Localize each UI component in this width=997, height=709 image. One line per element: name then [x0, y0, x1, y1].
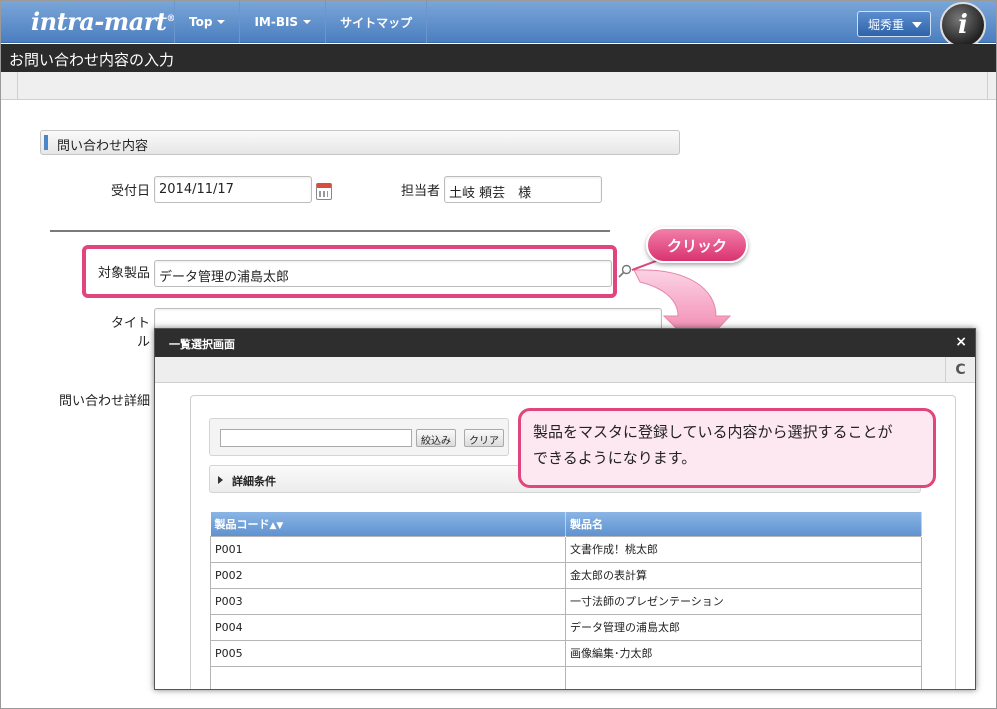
table-row[interactable]: P002 金太郎の表計算 [210, 561, 922, 589]
product-input[interactable]: データ管理の浦島太郎 [154, 260, 612, 287]
table-row-empty [210, 665, 922, 689]
nav-top[interactable]: Top [174, 1, 239, 43]
search-bar: 絞込み クリア [209, 418, 509, 456]
refresh-icon[interactable]: C [945, 357, 975, 383]
table-header-row: 製品コード▲▼ 製品名 [210, 512, 922, 536]
table-row[interactable]: P003 一寸法師のプレゼンテーション [210, 587, 922, 615]
top-navbar: intra-mart® Top IM-BIS サイトマップ 堀秀重 i [1, 1, 996, 48]
user-menu-button[interactable]: 堀秀重 [857, 11, 931, 37]
intra-mart-logo[interactable]: intra-mart® [31, 7, 175, 36]
chevron-down-icon [303, 20, 312, 24]
chevron-down-icon [217, 20, 226, 24]
nav-sitemap[interactable]: サイトマップ [325, 1, 428, 43]
list-selection-dialog: 一覧選択画面 × C 絞込み クリア 詳細条件 製品コード▲▼ 製品名 P001… [154, 328, 976, 690]
dialog-toolbar: C [155, 357, 975, 383]
calendar-icon[interactable] [316, 183, 332, 200]
click-badge: クリック [646, 227, 748, 263]
dialog-titlebar: 一覧選択画面 × [155, 329, 975, 357]
column-header-code[interactable]: 製品コード▲▼ [210, 512, 566, 536]
table-row[interactable]: P005 画像編集･力太郎 [210, 639, 922, 667]
sort-icon[interactable]: ▲▼ [270, 521, 284, 531]
clear-button[interactable]: クリア [464, 429, 504, 447]
search-input[interactable] [220, 429, 412, 447]
avatar[interactable]: i [940, 2, 986, 48]
product-table: 製品コード▲▼ 製品名 P001 文書作成！桃太郎 P002 金太郎の表計算 P00… [210, 512, 922, 689]
expand-arrow-icon [218, 476, 223, 484]
dialog-title: 一覧選択画面 [169, 338, 235, 351]
assignee-label: 担当者 [400, 184, 440, 199]
divider [17, 72, 18, 100]
table-row[interactable]: P001 文書作成！桃太郎 [210, 535, 922, 563]
page-title-bar: お問い合わせ内容の入力 [1, 44, 996, 72]
column-header-name[interactable]: 製品名 [565, 512, 922, 536]
search-icon[interactable] [618, 264, 632, 278]
divider [50, 230, 610, 232]
explanation-callout: 製品をマスタに登録している内容から選択することが できるようになります。 [518, 408, 936, 488]
product-label: 対象製品 [97, 266, 150, 281]
title-label: タイトル [110, 316, 150, 350]
page-title: お問い合わせ内容の入力 [9, 51, 175, 69]
table-row[interactable]: P004 データ管理の浦島太郎 [210, 613, 922, 641]
main-nav: Top IM-BIS サイトマップ [174, 1, 428, 43]
section-header: 問い合わせ内容 [40, 130, 680, 155]
chevron-down-icon [912, 22, 922, 28]
received-date-label: 受付日 [110, 184, 150, 199]
assignee-input[interactable]: 土岐 頼芸 様 [444, 176, 602, 203]
received-date-input[interactable]: 2014/11/17 [154, 176, 312, 203]
close-icon[interactable]: × [955, 334, 967, 350]
divider [987, 72, 988, 100]
filter-button[interactable]: 絞込み [416, 429, 456, 447]
detail-label: 問い合わせ詳細 [58, 394, 150, 409]
nav-im-bis[interactable]: IM-BIS [239, 1, 325, 43]
page-toolbar [1, 72, 996, 100]
